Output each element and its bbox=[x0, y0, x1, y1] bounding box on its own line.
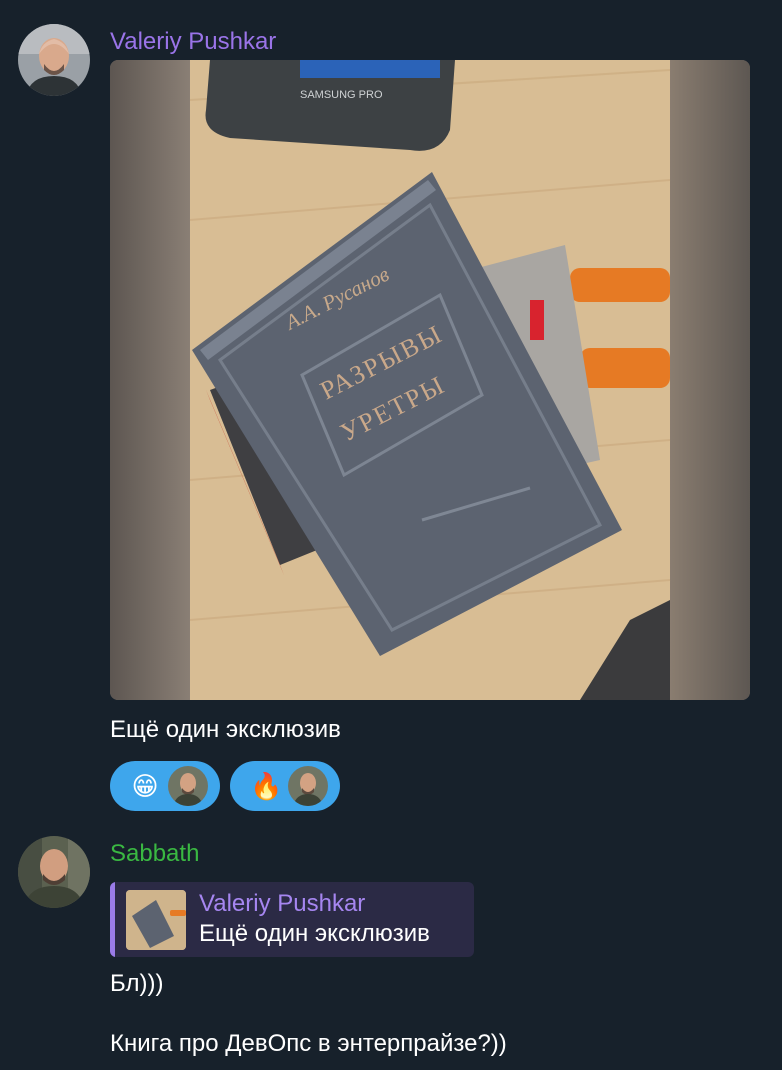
reactions-bar: 😁 🔥 bbox=[110, 761, 340, 811]
reaction-grinning[interactable]: 😁 bbox=[110, 761, 220, 811]
sender-name[interactable]: Valeriy Pushkar bbox=[110, 28, 276, 56]
reply-text: Ещё один эксклюзив bbox=[199, 920, 430, 947]
svg-text:SAMSUNG PRO: SAMSUNG PRO bbox=[300, 89, 383, 101]
message-valeriy: Valeriy Pushkar SAMSUNG PRO А.А. Русанов… bbox=[0, 0, 782, 820]
reaction-fire[interactable]: 🔥 bbox=[230, 761, 340, 811]
sender-name[interactable]: Sabbath bbox=[110, 840, 199, 868]
grinning-face-icon: 😁 bbox=[131, 771, 159, 801]
reply-accent-bar bbox=[110, 882, 115, 957]
message-text-line-1: Бл))) bbox=[110, 970, 164, 997]
reply-quote[interactable]: Valeriy Pushkar Ещё один эксклюзив bbox=[110, 882, 474, 957]
message-caption: Ещё один эксклюзив bbox=[110, 716, 341, 743]
message-sabbath: Sabbath Valeriy Pushkar Ещё один эксклюз… bbox=[0, 820, 782, 1070]
reply-thumbnail bbox=[126, 890, 186, 950]
reactor-avatar bbox=[168, 766, 208, 806]
message-text-line-2: Книга про ДевОпс в энтерпрайзе?)) bbox=[110, 1030, 507, 1057]
reply-sender-name: Valeriy Pushkar bbox=[199, 890, 366, 917]
avatar-valeriy[interactable] bbox=[18, 24, 90, 96]
avatar-sabbath[interactable] bbox=[18, 836, 90, 908]
reactor-avatar bbox=[288, 766, 328, 806]
photo-book[interactable]: SAMSUNG PRO А.А. Русанов РАЗРЫВЫ УРЕТРЫ bbox=[110, 60, 750, 700]
fire-icon: 🔥 bbox=[250, 771, 283, 801]
